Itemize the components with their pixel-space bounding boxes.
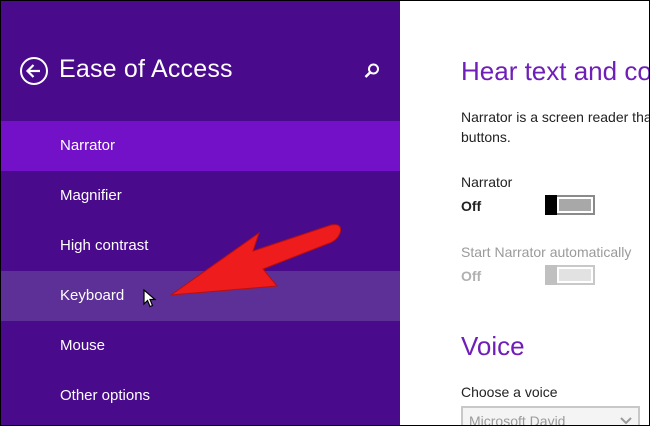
sidebar-item-mouse[interactable]: Mouse: [1, 321, 400, 371]
sidebar-item-magnifier[interactable]: Magnifier: [1, 171, 400, 221]
choose-voice-label: Choose a voice: [461, 384, 558, 400]
narrator-settings-panel: Hear text and controls Narrator is a scr…: [400, 1, 649, 425]
page-title: Ease of Access: [59, 55, 233, 83]
sidebar-item-label: Other options: [60, 387, 151, 404]
narrator-toggle[interactable]: [545, 195, 595, 215]
back-arrow-circle-icon[interactable]: [20, 57, 48, 85]
sidebar-item-label: Narrator: [60, 137, 116, 154]
section-heading-voice: Voice: [461, 331, 525, 361]
sidebar-header: Ease of Access: [1, 1, 400, 121]
narrator-state-text: Off: [461, 198, 482, 214]
ease-of-access-sidebar: Ease of Access Narrator Magnifier High c…: [1, 1, 400, 425]
toggle-thumb: [545, 195, 557, 215]
sidebar-item-label: High contrast: [60, 237, 149, 254]
description-line: Narrator is a screen reader that: [461, 109, 649, 125]
search-icon[interactable]: [363, 62, 381, 80]
toggle-track: [559, 199, 591, 211]
mouse-cursor-icon: [143, 289, 157, 308]
narrator-label: Narrator: [461, 174, 513, 190]
chevron-down-icon: [620, 417, 632, 425]
settings-window: Ease of Access Narrator Magnifier High c…: [0, 0, 650, 426]
sidebar-item-narrator[interactable]: Narrator: [1, 121, 400, 171]
sidebar-item-label: Magnifier: [60, 187, 122, 204]
sidebar-item-high-contrast[interactable]: High contrast: [1, 221, 400, 271]
toggle-track: [559, 269, 591, 281]
sidebar-item-label: Mouse: [60, 337, 106, 354]
sidebar-item-other-options[interactable]: Other options: [1, 371, 400, 421]
section-heading-hear-text: Hear text and controls: [461, 56, 649, 86]
narrator-description: Narrator is a screen reader that buttons…: [461, 107, 649, 147]
sidebar-item-label: Keyboard: [60, 287, 125, 304]
sidebar-item-keyboard[interactable]: Keyboard: [1, 271, 400, 321]
voice-select[interactable]: Microsoft David: [461, 406, 640, 425]
voice-select-value: Microsoft David: [469, 413, 566, 425]
toggle-thumb: [545, 265, 557, 285]
description-line: buttons.: [461, 129, 511, 145]
start-narrator-state-text: Off: [461, 268, 482, 284]
start-narrator-automatically-toggle[interactable]: [545, 265, 595, 285]
start-narrator-automatically-label: Start Narrator automatically: [461, 244, 632, 260]
